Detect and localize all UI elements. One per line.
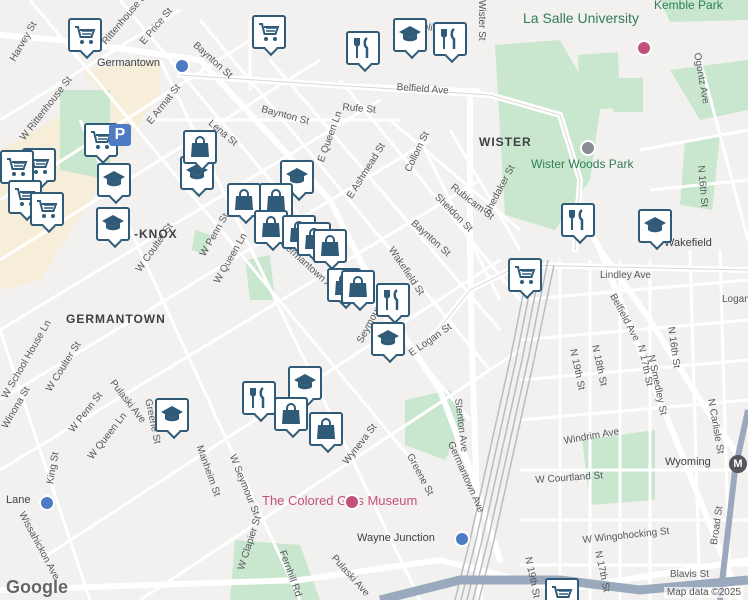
university-label: La Salle University (523, 10, 639, 26)
map-attribution[interactable]: Map data ©2025 (663, 587, 744, 598)
place-label: Wyoming (665, 456, 711, 468)
parking-icon[interactable]: P (109, 124, 131, 146)
shopping-marker[interactable] (274, 397, 308, 431)
museum-icon[interactable] (344, 494, 360, 510)
school-marker[interactable] (393, 18, 427, 52)
area-label: WISTER (479, 135, 532, 149)
grocery-marker[interactable] (252, 15, 286, 49)
school-marker[interactable] (96, 207, 130, 241)
grocery-marker[interactable] (30, 192, 64, 226)
street-label: Wister St (476, 0, 487, 41)
school-marker[interactable] (288, 366, 322, 400)
restaurant-marker[interactable] (376, 283, 410, 317)
restaurant-marker[interactable] (242, 381, 276, 415)
place-label: Germantown (97, 57, 160, 69)
street-label: Blavis St (670, 569, 709, 580)
google-logo[interactable]: Google (6, 577, 68, 598)
grocery-marker[interactable] (508, 258, 542, 292)
grocery-marker[interactable] (0, 150, 34, 184)
area-label: GERMANTOWN (66, 312, 166, 326)
station-label: Wayne Junction (357, 532, 435, 544)
restaurant-marker[interactable] (561, 203, 595, 237)
school-marker[interactable] (155, 398, 189, 432)
lane-station-icon[interactable] (39, 495, 55, 511)
grocery-marker[interactable] (545, 578, 579, 600)
park-label: Kemble Park (654, 0, 723, 12)
germantown-station-icon[interactable] (174, 58, 190, 74)
school-marker[interactable] (638, 209, 672, 243)
shopping-marker[interactable] (183, 130, 217, 164)
restaurant-marker[interactable] (346, 31, 380, 65)
museum-label: The Colored Girls Museum (262, 493, 418, 508)
restaurant-marker[interactable] (433, 22, 467, 56)
grocery-marker[interactable] (68, 18, 102, 52)
school-marker[interactable] (97, 163, 131, 197)
street-label: Lindley Ave (600, 270, 651, 281)
school-marker[interactable] (371, 322, 405, 356)
map-canvas[interactable]: GERMANTOWN WISTER -KNOX Germantown Wakefield… (0, 0, 748, 600)
university-icon[interactable] (636, 40, 652, 56)
park-label: Wister Woods Park (531, 157, 634, 171)
shopping-marker[interactable] (309, 412, 343, 446)
park-icon[interactable] (580, 140, 596, 156)
place-label: Lane (6, 494, 31, 506)
subway-route-shield[interactable]: M (729, 455, 747, 473)
street-label: Logan (722, 294, 748, 305)
shopping-marker[interactable] (313, 229, 347, 263)
shopping-marker[interactable] (341, 270, 375, 304)
wayne-junction-station-icon[interactable] (454, 531, 470, 547)
